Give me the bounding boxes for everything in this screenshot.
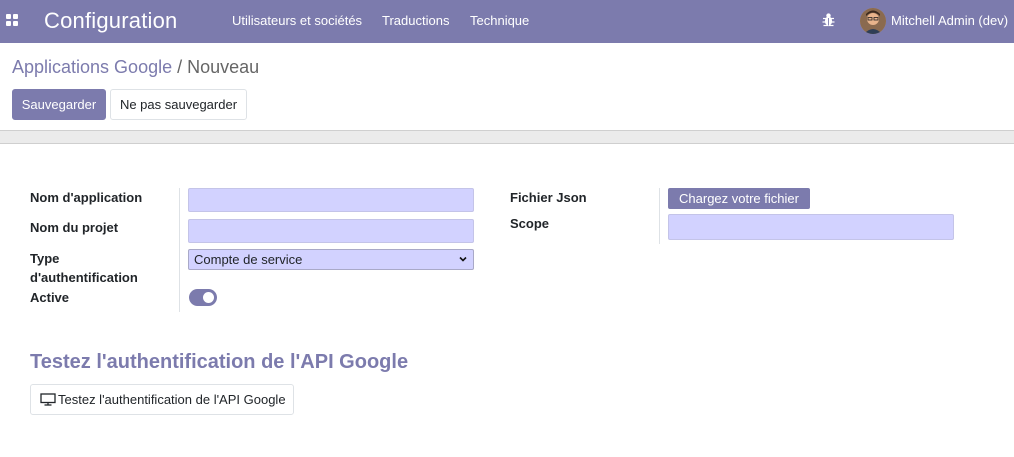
discard-button[interactable]: Ne pas sauvegarder <box>110 89 247 120</box>
auth-type-selected-value: Compte de service <box>194 252 303 267</box>
test-auth-button-label: Testez l'authentification de l'API Googl… <box>58 392 286 407</box>
scope-label: Scope <box>510 216 550 231</box>
app-title[interactable]: Configuration <box>44 8 177 34</box>
control-panel-divider <box>0 130 1014 144</box>
test-section-title: Testez l'authentification de l'API Googl… <box>30 351 409 373</box>
user-menu[interactable]: Mitchell Admin (dev) <box>891 13 1008 28</box>
project-name-label: Nom du projet <box>30 220 119 235</box>
user-avatar[interactable] <box>860 8 886 34</box>
auth-type-select[interactable]: Compte de service <box>188 249 474 270</box>
apps-icon[interactable] <box>6 14 18 26</box>
toggle-knob <box>203 292 214 303</box>
monitor-icon <box>40 393 56 406</box>
breadcrumb-separator: / <box>177 57 183 77</box>
active-label: Active <box>30 290 70 305</box>
top-navbar: Configuration Utilisateurs et sociétés T… <box>0 0 1014 43</box>
left-group-separator <box>179 188 180 312</box>
chevron-down-icon <box>459 256 467 262</box>
breadcrumb-current: Nouveau <box>187 57 260 77</box>
save-button[interactable]: Sauvegarder <box>12 89 106 120</box>
right-group-separator <box>659 188 660 244</box>
breadcrumb: Applications Google / Nouveau <box>12 57 259 78</box>
breadcrumb-parent[interactable]: Applications Google <box>12 57 172 77</box>
auth-type-label: Type d'authentification <box>30 251 138 285</box>
scope-input[interactable] <box>668 214 954 240</box>
json-file-label: Fichier Json <box>510 190 587 205</box>
app-name-input[interactable] <box>188 188 474 212</box>
active-toggle[interactable] <box>189 289 217 306</box>
menu-users-companies[interactable]: Utilisateurs et sociétés <box>232 13 362 28</box>
menu-technical[interactable]: Technique <box>470 13 529 28</box>
upload-file-button[interactable]: Chargez votre fichier <box>668 188 810 209</box>
auth-type-label-line2: d'authentification <box>30 270 138 285</box>
app-name-label: Nom d'application <box>30 190 143 205</box>
menu-translations[interactable]: Traductions <box>382 13 449 28</box>
project-name-input[interactable] <box>188 219 474 243</box>
test-auth-button[interactable]: Testez l'authentification de l'API Googl… <box>30 384 294 415</box>
auth-type-label-line1: Type <box>30 251 60 266</box>
bug-icon[interactable] <box>822 12 835 27</box>
